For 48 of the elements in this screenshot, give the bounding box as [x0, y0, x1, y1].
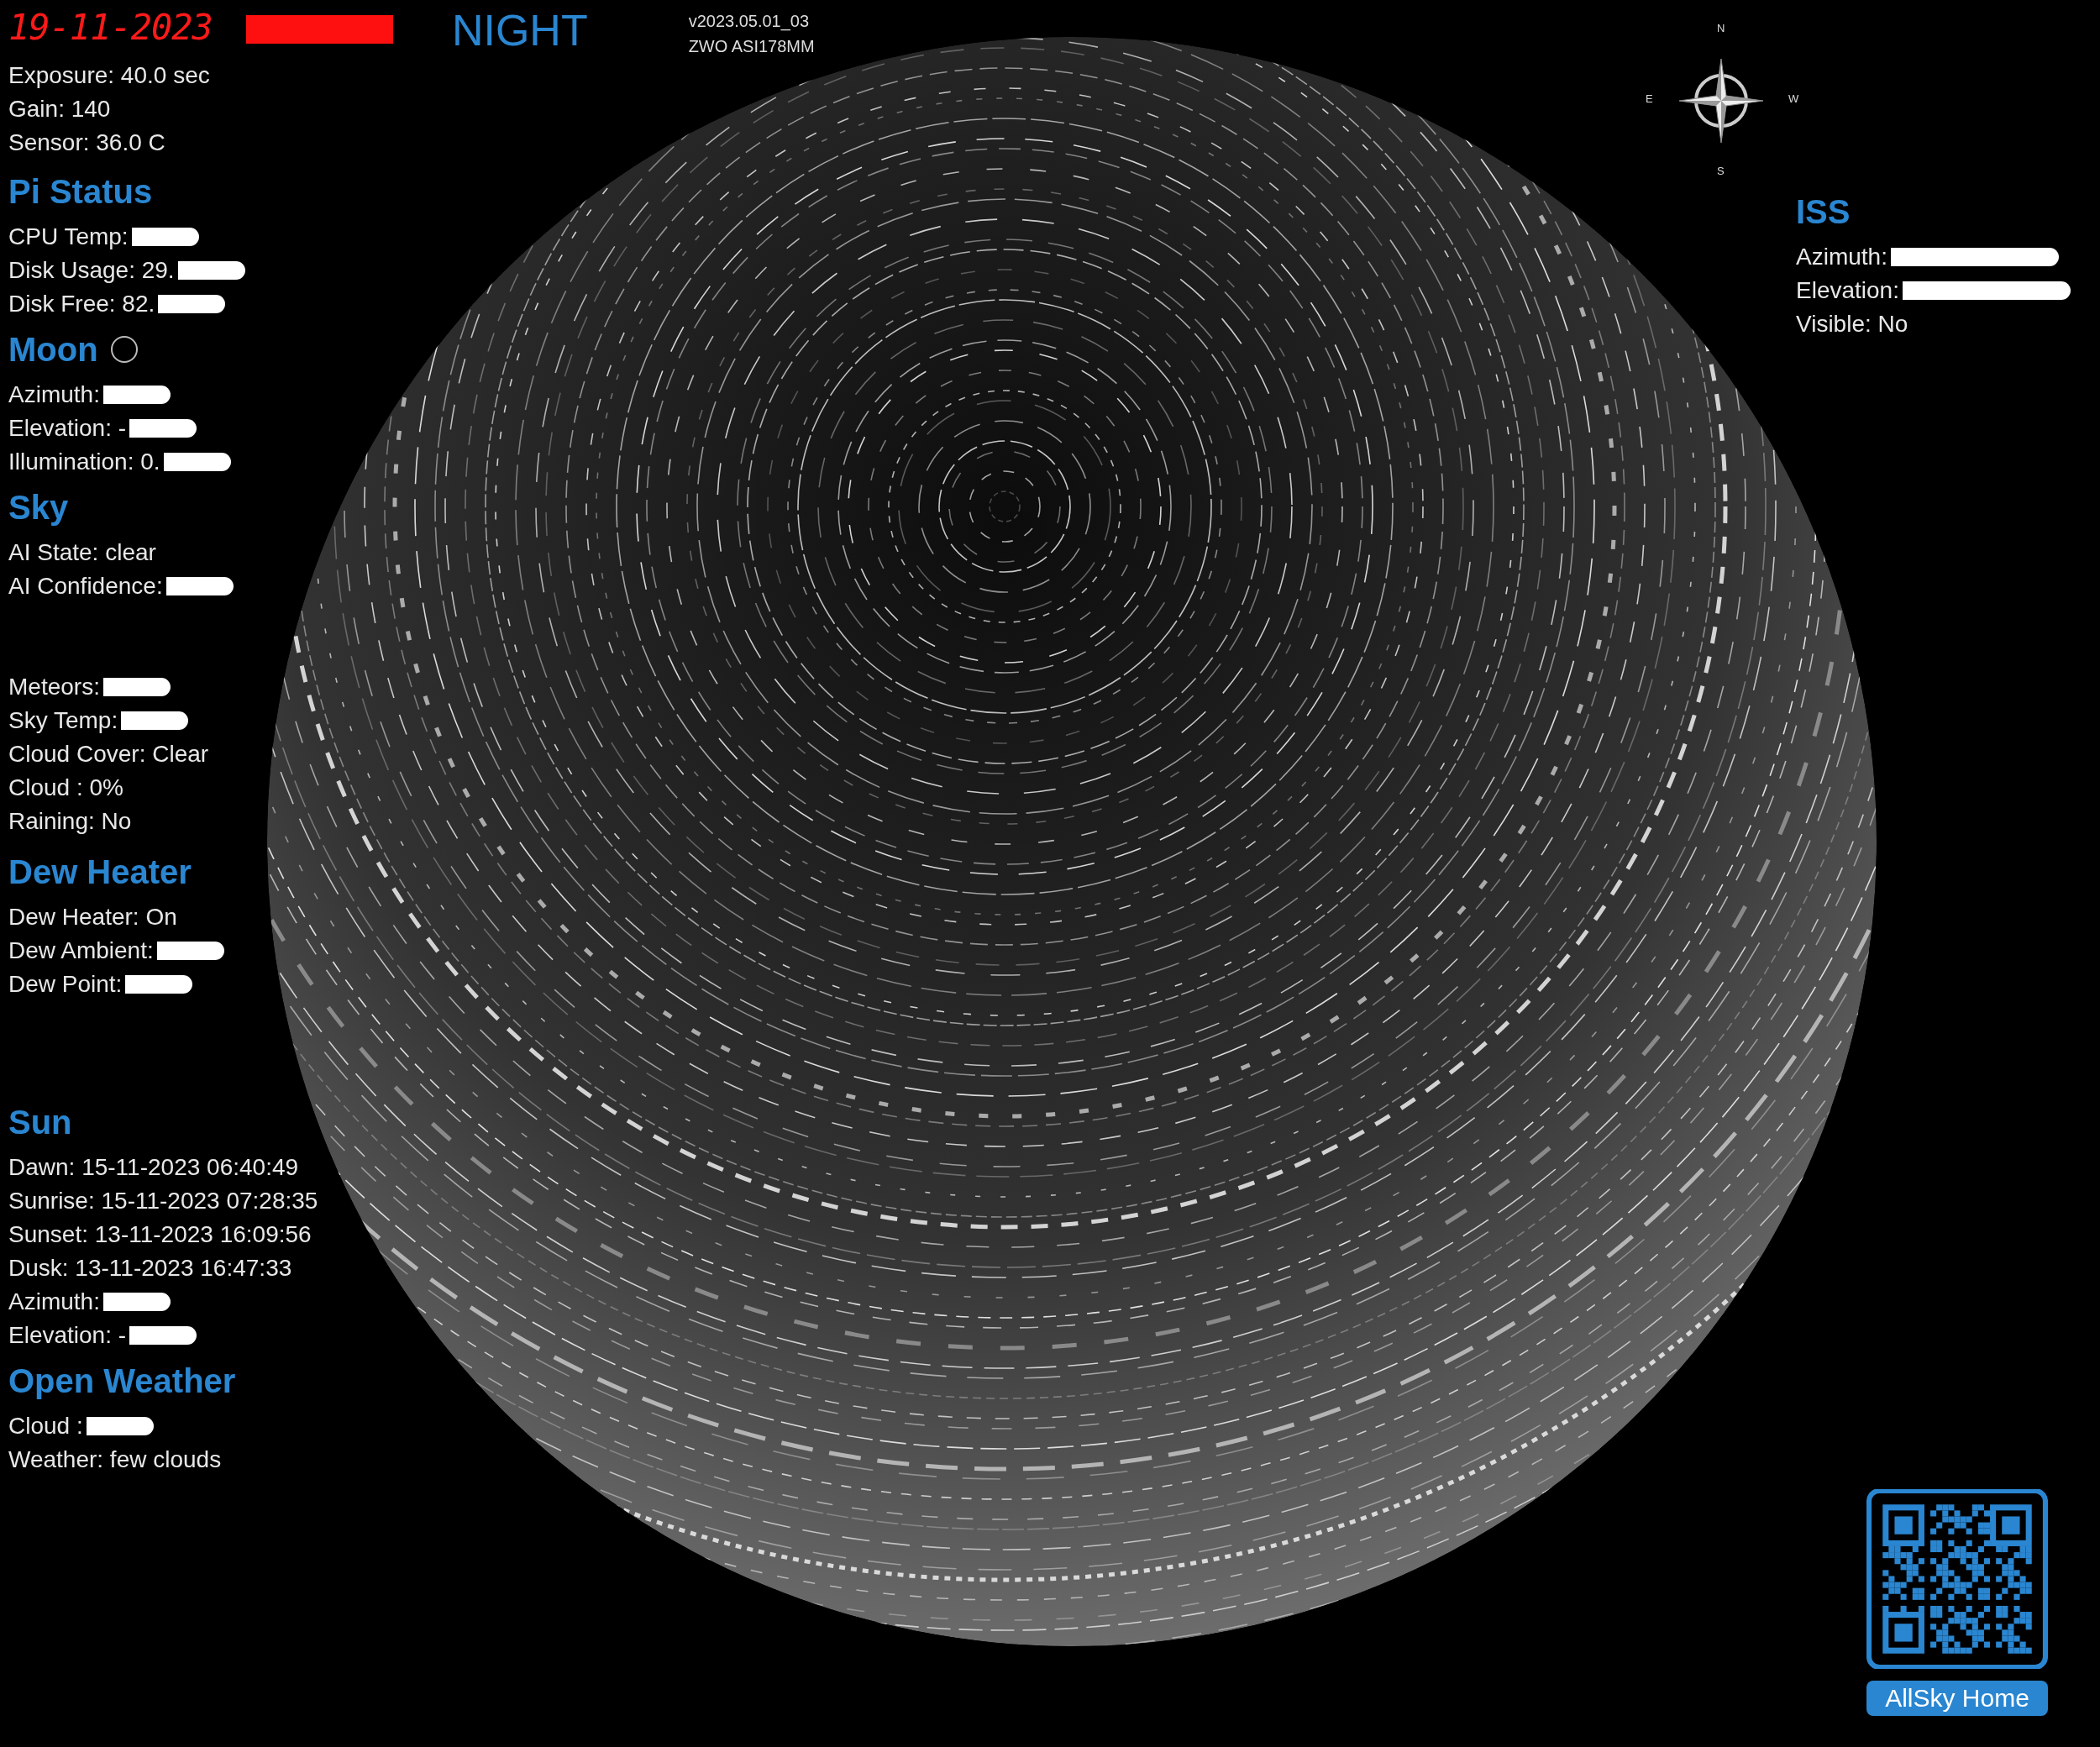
info-text: Elevation: — [1796, 277, 1899, 304]
compass-west-label: W — [1788, 92, 1799, 105]
info-text: Weather: few clouds — [8, 1446, 222, 1473]
info-text: Raining: No — [8, 808, 132, 835]
info-text: Meteors: — [8, 674, 100, 700]
info-text: AI State: clear — [8, 539, 156, 566]
info-text: Elevation: - — [8, 415, 127, 442]
allsky-home-link[interactable]: AllSky Home — [1866, 1681, 2048, 1716]
section-heading: Moon — [8, 330, 98, 369]
section-heading: Sun — [8, 1103, 72, 1141]
info-text: CPU Temp: — [8, 223, 129, 250]
info-text: Cloud : — [8, 1413, 83, 1440]
info-text: Dew Heater: On — [8, 904, 177, 931]
qr-code-icon[interactable] — [1866, 1489, 2048, 1669]
section-heading: Pi Status — [8, 172, 153, 211]
compass-east-label: E — [1646, 92, 1653, 105]
section-heading: Dew Heater — [8, 853, 192, 891]
info-text: Elevation: - — [8, 1322, 127, 1349]
section-heading: ISS — [1796, 192, 1851, 231]
section-heading: Open Weather — [8, 1361, 236, 1400]
info-text: Sunrise: 15-11-2023 07:28:35 — [8, 1188, 318, 1215]
info-text: Gain: 140 — [8, 96, 111, 123]
info-text: Azimuth: — [1796, 244, 1887, 270]
info-text: Sunset: 13-11-2023 16:09:56 — [8, 1221, 312, 1248]
info-text: Sky Temp: — [8, 707, 118, 734]
info-text: Disk Free: 82. — [8, 291, 155, 317]
compass-north-label: N — [1717, 22, 1725, 34]
info-text: Dew Point: — [8, 971, 123, 998]
info-text: Sensor: 36.0 C — [8, 129, 165, 156]
info-text: Azimuth: — [8, 381, 100, 408]
info-text: Azimuth: — [8, 1288, 100, 1315]
info-text: Dusk: 13-11-2023 16:47:33 — [8, 1255, 292, 1282]
info-text: AI Confidence: — [8, 573, 163, 600]
mode-text: NIGHT — [451, 5, 588, 55]
info-text: Cloud : 0% — [8, 774, 123, 801]
info-text: Disk Usage: 29. — [8, 257, 175, 284]
info-text: Illumination: 0. — [8, 449, 160, 475]
camera-text: ZWO ASI178MM — [688, 36, 815, 57]
compass-south-label: S — [1717, 165, 1725, 177]
info-text: Dawn: 15-11-2023 06:40:49 — [8, 1154, 299, 1181]
date-text: 19-11-2023 — [8, 6, 213, 50]
info-text: Visible: No — [1796, 311, 1908, 338]
info-text: Cloud Cover: Clear — [8, 741, 209, 768]
info-text: Dew Ambient: — [8, 937, 154, 964]
version-text: v2023.05.01_03 — [688, 11, 811, 33]
section-heading: Sky — [8, 488, 69, 527]
compass-rose-icon — [1679, 59, 1763, 143]
info-text: Exposure: 40.0 sec — [8, 62, 210, 89]
